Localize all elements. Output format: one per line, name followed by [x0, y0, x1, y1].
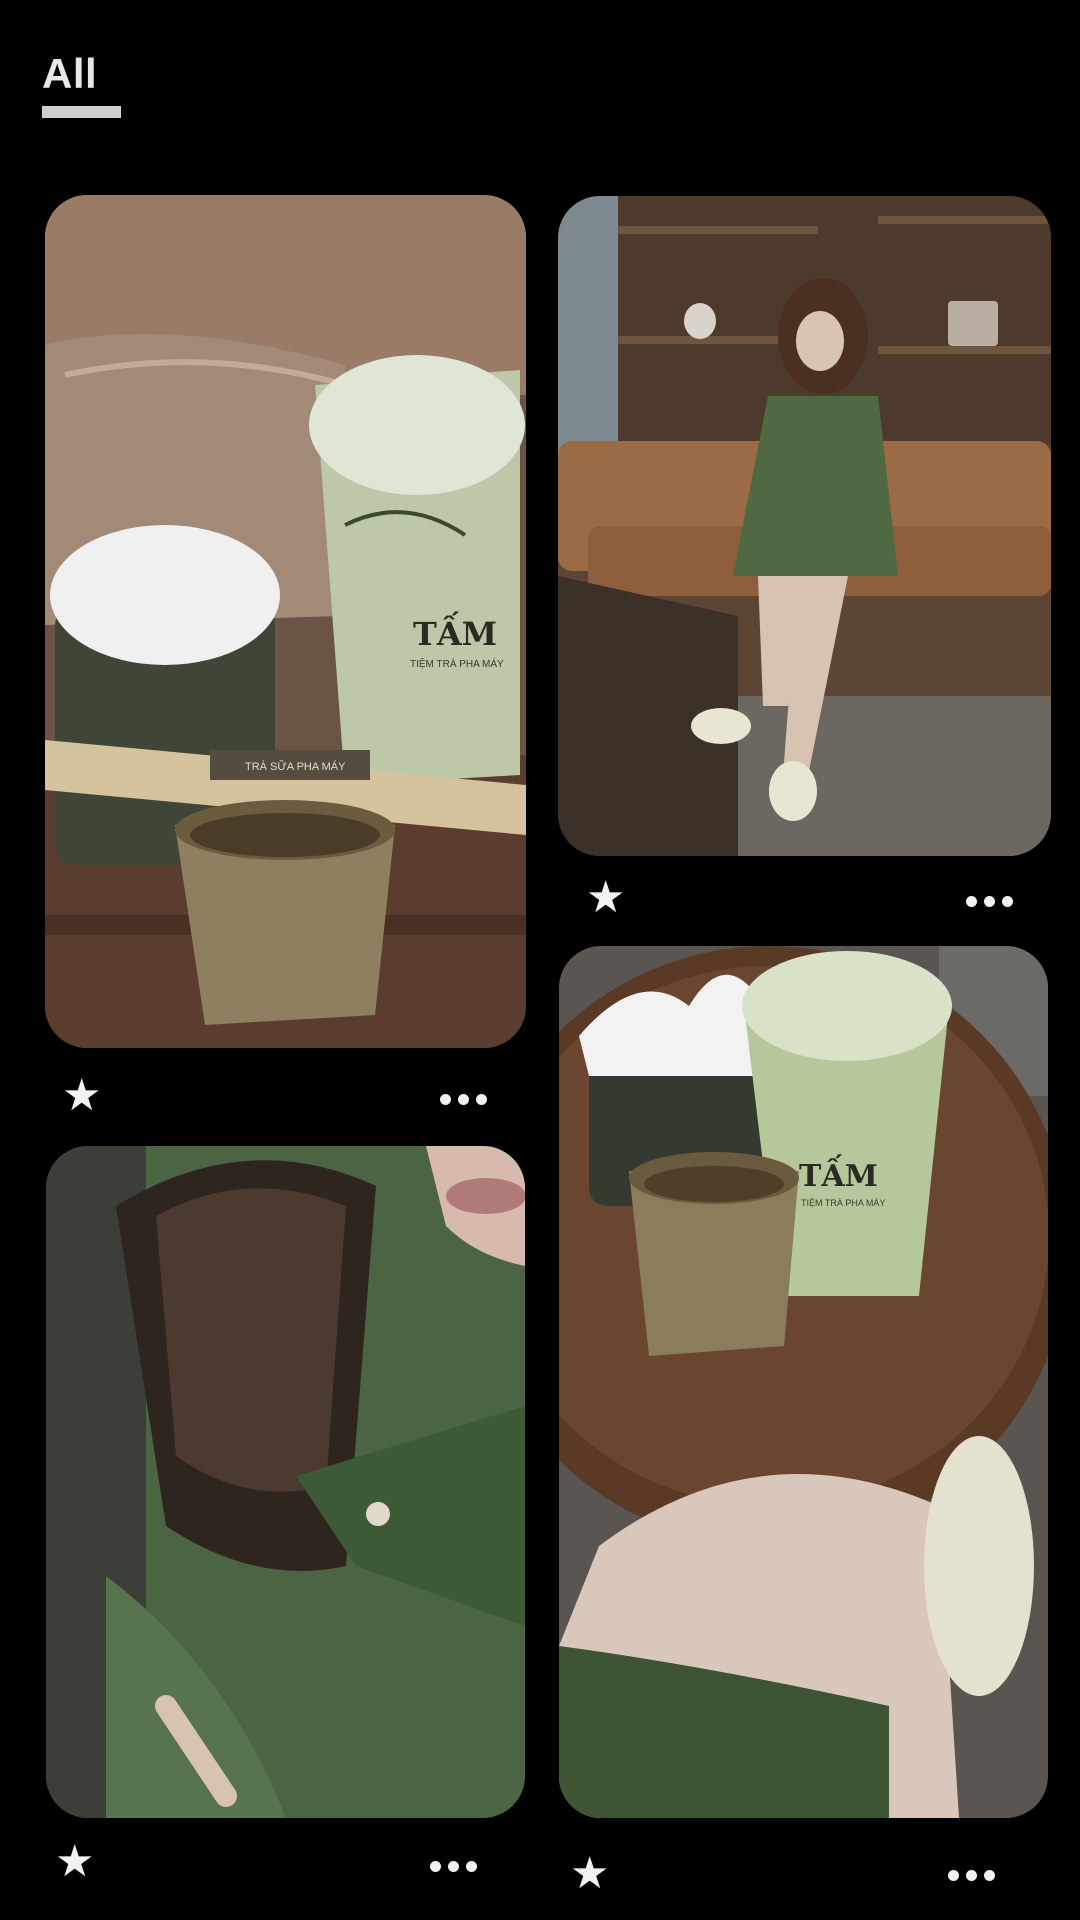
- more-options-icon[interactable]: [440, 1094, 488, 1106]
- tab-active-indicator: [42, 106, 121, 118]
- cup-brand-tagline: TIỆM TRÀ PHA MÁY: [801, 1198, 885, 1208]
- post-image-1[interactable]: TẤM TIỆM TRÀ PHA MÁY TRÀ SỮA PHA MÁY: [45, 195, 526, 1048]
- cup-brand-tagline: TIỆM TRÀ PHA MÁY: [410, 657, 504, 670]
- post-image-3[interactable]: [46, 1146, 525, 1818]
- straw-wrapper-label: TRÀ SỮA PHA MÁY: [245, 760, 346, 773]
- post-image-2[interactable]: [558, 196, 1051, 856]
- more-options-icon[interactable]: [966, 896, 1014, 908]
- cup-brand-logo: TẤM: [413, 611, 497, 653]
- favorite-star-icon[interactable]: ★: [55, 1840, 94, 1884]
- favorite-star-icon[interactable]: ★: [586, 876, 625, 920]
- tab-all[interactable]: All: [42, 50, 97, 98]
- cup-brand-logo: TẤM: [799, 1154, 878, 1194]
- favorite-star-icon[interactable]: ★: [570, 1852, 609, 1896]
- favorite-star-icon[interactable]: ★: [62, 1074, 101, 1118]
- post-image-4[interactable]: TẤM TIỆM TRÀ PHA MÁY: [559, 946, 1048, 1818]
- more-options-icon[interactable]: [948, 1870, 996, 1882]
- more-options-icon[interactable]: [430, 1861, 478, 1873]
